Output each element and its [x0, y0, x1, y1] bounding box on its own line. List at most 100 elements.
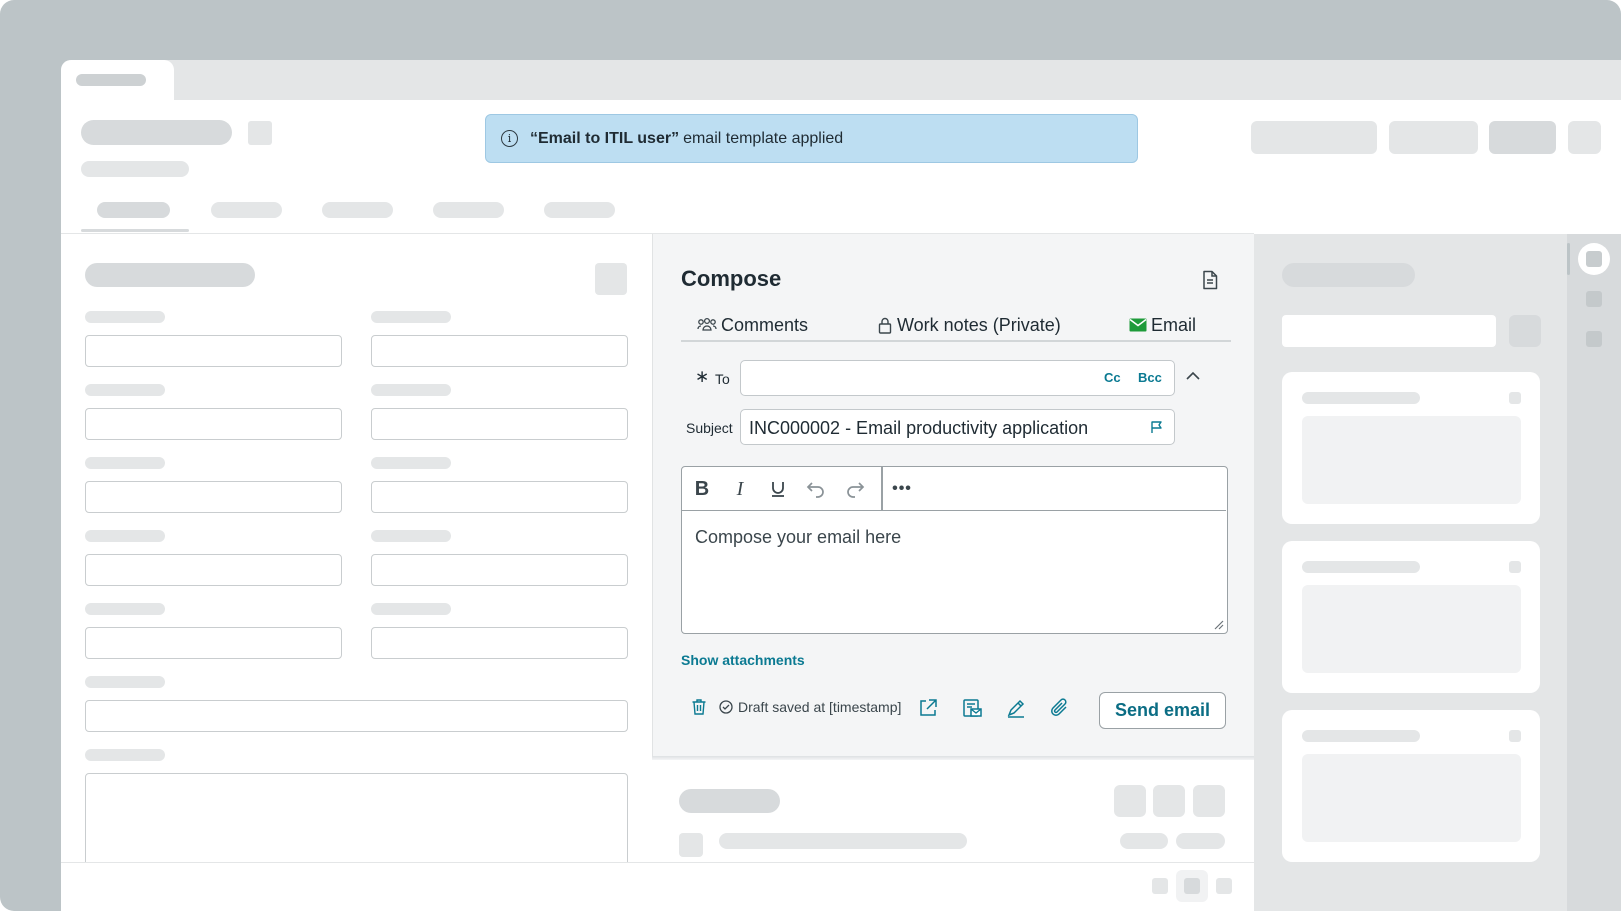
rail-item-active[interactable] — [1578, 243, 1610, 275]
lock-icon — [878, 317, 892, 334]
rail-icon-placeholder[interactable] — [1586, 331, 1602, 347]
to-field[interactable]: Cc Bcc — [740, 360, 1175, 396]
activity-meta-placeholder — [1176, 833, 1225, 849]
sidebar-action-placeholder[interactable] — [1509, 315, 1541, 347]
field-label-placeholder — [85, 603, 165, 615]
status-icon-placeholder[interactable] — [1152, 878, 1168, 894]
rail-icon-placeholder — [1586, 251, 1602, 267]
form-field[interactable] — [371, 335, 628, 367]
tab-placeholder[interactable] — [97, 202, 170, 218]
section-action-placeholder[interactable] — [595, 263, 627, 295]
template-document-icon[interactable] — [1201, 270, 1219, 290]
subject-field[interactable]: INC000002 - Email productivity applicati… — [740, 409, 1175, 445]
bcc-link[interactable]: Bcc — [1138, 370, 1162, 385]
chevron-up-icon[interactable] — [1185, 370, 1201, 382]
form-field[interactable] — [371, 481, 628, 513]
field-label-placeholder — [85, 530, 165, 542]
header-button-placeholder[interactable] — [1489, 121, 1556, 154]
bold-icon[interactable]: B — [690, 477, 714, 501]
field-label-placeholder — [371, 384, 451, 396]
cc-link[interactable]: Cc — [1104, 370, 1121, 385]
form-textarea[interactable] — [85, 773, 628, 873]
field-label-placeholder — [85, 749, 165, 761]
tab-title-placeholder — [76, 74, 146, 86]
paperclip-icon[interactable] — [1049, 697, 1071, 719]
activity-title-placeholder — [679, 789, 780, 813]
signature-icon[interactable] — [1005, 697, 1027, 719]
sidebar-search-placeholder[interactable] — [1282, 315, 1496, 347]
tab-placeholder[interactable] — [211, 202, 282, 218]
card-content-placeholder — [1302, 585, 1521, 673]
form-field[interactable] — [85, 408, 342, 440]
tab-placeholder[interactable] — [433, 202, 504, 218]
people-icon — [697, 317, 717, 331]
redo-icon[interactable] — [843, 477, 867, 501]
compose-tabs: Comments Work notes (Private) Email — [681, 312, 1231, 342]
rail-icon-placeholder[interactable] — [1586, 291, 1602, 307]
field-label-placeholder — [371, 530, 451, 542]
toolbar-divider — [881, 467, 883, 511]
form-field[interactable] — [85, 554, 342, 586]
tab-email-label: Email — [1151, 314, 1197, 335]
toast-template-name: “Email to ITIL user” — [530, 129, 680, 147]
form-field[interactable] — [371, 554, 628, 586]
email-template-icon[interactable] — [961, 697, 983, 719]
header-menu-placeholder[interactable] — [1568, 121, 1601, 154]
rail-active-indicator — [1567, 243, 1570, 275]
show-attachments-link[interactable]: Show attachments — [681, 652, 805, 668]
bottom-status-bar — [61, 862, 1254, 911]
card-content-placeholder — [1302, 416, 1521, 504]
tab-comments[interactable]: Comments — [697, 312, 808, 338]
flag-icon[interactable] — [1150, 420, 1164, 434]
status-icon-placeholder[interactable] — [1216, 878, 1232, 894]
header-button-placeholder[interactable] — [1251, 121, 1377, 154]
field-label-placeholder — [85, 676, 165, 688]
activity-action-placeholder[interactable] — [1153, 785, 1185, 817]
tab-placeholder[interactable] — [322, 202, 393, 218]
field-label-placeholder — [371, 311, 451, 323]
form-field[interactable] — [371, 408, 628, 440]
tab-work-notes-label: Work notes (Private) — [897, 314, 1061, 335]
to-label: To — [715, 371, 730, 387]
record-icon-placeholder — [248, 121, 272, 145]
form-field[interactable] — [371, 627, 628, 659]
form-field[interactable] — [85, 481, 342, 513]
tab-email[interactable]: Email — [1129, 312, 1196, 338]
field-label-placeholder — [371, 603, 451, 615]
resize-handle-icon[interactable] — [1212, 618, 1224, 630]
card-title-placeholder — [1302, 561, 1420, 573]
to-required-mark: ∗ — [695, 367, 710, 386]
field-label-placeholder — [371, 457, 451, 469]
section-title-placeholder — [85, 263, 255, 287]
form-field[interactable] — [85, 627, 342, 659]
browser-tab-active[interactable] — [61, 60, 174, 100]
more-options-icon[interactable]: ••• — [890, 477, 914, 501]
pop-out-icon[interactable] — [917, 697, 939, 719]
check-circle-icon — [719, 700, 733, 714]
tab-placeholder[interactable] — [544, 202, 615, 218]
browser-tab-bar — [61, 60, 1621, 100]
email-editor[interactable]: B I ••• Compose your email here — [681, 466, 1228, 634]
underline-icon[interactable] — [766, 477, 790, 501]
activity-action-placeholder[interactable] — [1193, 785, 1225, 817]
tab-comments-label: Comments — [721, 314, 809, 335]
subject-label: Subject — [686, 420, 733, 436]
tab-work-notes[interactable]: Work notes (Private) — [877, 312, 1061, 338]
card-title-placeholder — [1302, 730, 1420, 742]
status-button-active[interactable] — [1176, 870, 1208, 902]
form-field[interactable] — [85, 335, 342, 367]
form-field-wide[interactable] — [85, 700, 628, 732]
sidebar-card[interactable] — [1282, 710, 1540, 862]
sidebar-card[interactable] — [1282, 541, 1540, 693]
draft-status-text: Draft saved at [timestamp] — [738, 699, 902, 715]
undo-icon[interactable] — [804, 477, 828, 501]
send-email-button[interactable]: Send email — [1099, 692, 1226, 729]
record-subtitle-placeholder — [81, 161, 189, 177]
trash-icon[interactable] — [691, 698, 707, 716]
header-button-placeholder[interactable] — [1389, 121, 1478, 154]
draft-status: Draft saved at [timestamp] — [719, 699, 901, 715]
activity-action-placeholder[interactable] — [1114, 785, 1146, 817]
envelope-icon — [1129, 318, 1147, 332]
sidebar-card[interactable] — [1282, 372, 1540, 524]
italic-icon[interactable]: I — [728, 477, 752, 501]
